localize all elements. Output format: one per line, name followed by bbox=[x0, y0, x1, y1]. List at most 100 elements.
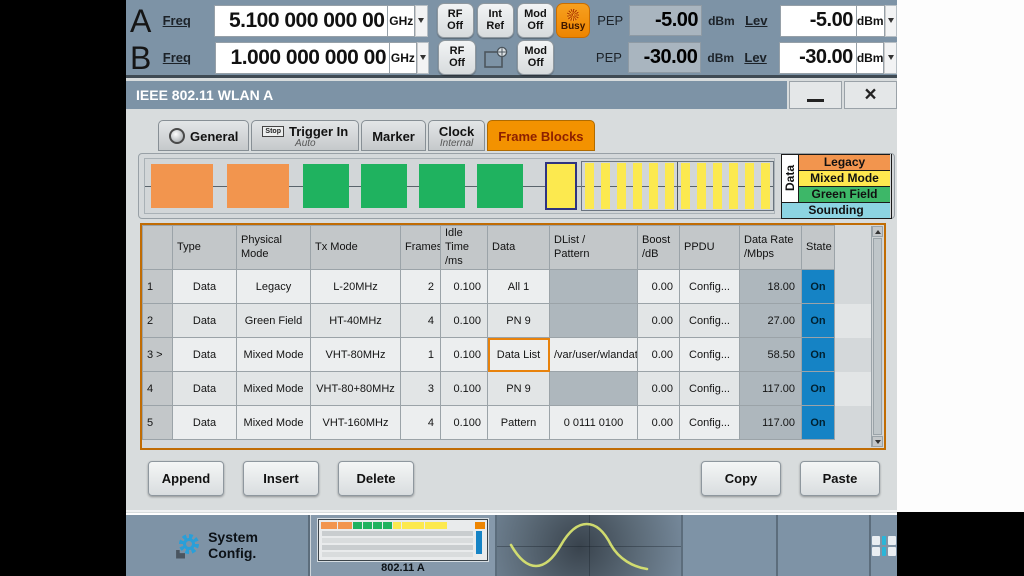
level-unit-b[interactable]: dBm bbox=[857, 42, 885, 74]
cell-boost[interactable]: 0.00 bbox=[638, 304, 680, 338]
frame-block[interactable] bbox=[713, 163, 722, 209]
cell-num[interactable]: 1 bbox=[143, 270, 173, 304]
cell-frames[interactable]: 3 bbox=[401, 372, 441, 406]
cell-phys[interactable]: Legacy bbox=[237, 270, 311, 304]
cell-data[interactable]: Data List bbox=[488, 338, 550, 372]
system-config-tile[interactable]: System Config. bbox=[126, 515, 310, 576]
rf-state-button-a[interactable]: RF Off bbox=[437, 3, 474, 38]
scrollbar-thumb[interactable] bbox=[873, 238, 882, 435]
frame-block[interactable] bbox=[649, 163, 658, 209]
mod-state-button-b[interactable]: Mod Off bbox=[517, 40, 554, 75]
frame-block[interactable] bbox=[633, 163, 642, 209]
cell-dlist[interactable] bbox=[550, 304, 638, 338]
cell-dlist[interactable] bbox=[550, 270, 638, 304]
level-label-a[interactable]: Lev bbox=[745, 13, 771, 28]
frame-block[interactable] bbox=[477, 164, 523, 208]
cell-tx[interactable]: HT-40MHz bbox=[311, 304, 401, 338]
close-button[interactable]: × bbox=[844, 81, 897, 109]
append-button[interactable]: Append bbox=[148, 461, 224, 496]
cell-rate[interactable]: 18.00 bbox=[740, 270, 802, 304]
reference-button-a[interactable]: Int Ref bbox=[477, 3, 514, 38]
cell-type[interactable]: Data bbox=[173, 270, 237, 304]
rf-state-button-b[interactable]: RF Off bbox=[438, 40, 475, 75]
freq-unit-a[interactable]: GHz bbox=[388, 5, 415, 37]
cell-boost[interactable]: 0.00 bbox=[638, 270, 680, 304]
cell-phys[interactable]: Mixed Mode bbox=[237, 372, 311, 406]
cell-phys[interactable]: Mixed Mode bbox=[237, 406, 311, 440]
cell-num[interactable]: 5 bbox=[143, 406, 173, 440]
cell-phys[interactable]: Green Field bbox=[237, 304, 311, 338]
level-label-b[interactable]: Lev bbox=[744, 50, 770, 65]
freq-unit-dropdown-b[interactable] bbox=[417, 42, 430, 74]
window-layout-tile[interactable] bbox=[871, 515, 897, 576]
frame-block[interactable] bbox=[151, 164, 213, 208]
cell-frames[interactable]: 4 bbox=[401, 406, 441, 440]
cell-num[interactable]: 2 bbox=[143, 304, 173, 338]
minimize-button[interactable] bbox=[789, 81, 842, 109]
cell-ppdu[interactable]: Config... bbox=[680, 270, 740, 304]
cell-data[interactable]: All 1 bbox=[488, 270, 550, 304]
insert-button[interactable]: Insert bbox=[243, 461, 319, 496]
scroll-down-icon[interactable] bbox=[872, 436, 883, 447]
cell-data[interactable]: PN 9 bbox=[488, 304, 550, 338]
frame-block[interactable] bbox=[585, 163, 594, 209]
cell-state[interactable]: On bbox=[802, 304, 835, 338]
cell-boost[interactable]: 0.00 bbox=[638, 406, 680, 440]
cell-type[interactable]: Data bbox=[173, 406, 237, 440]
frame-block[interactable] bbox=[601, 163, 610, 209]
cell-idle[interactable]: 0.100 bbox=[441, 338, 488, 372]
level-input-a[interactable]: -5.00 bbox=[780, 5, 857, 37]
delete-button[interactable]: Delete bbox=[338, 461, 414, 496]
tab-general[interactable]: General bbox=[158, 120, 249, 151]
cell-idle[interactable]: 0.100 bbox=[441, 304, 488, 338]
frame-block[interactable] bbox=[303, 164, 349, 208]
cell-dlist[interactable] bbox=[550, 372, 638, 406]
cell-dlist[interactable]: /var/user/wlandata bbox=[550, 338, 638, 372]
copy-button[interactable]: Copy bbox=[701, 461, 781, 496]
tab-marker[interactable]: Marker bbox=[361, 120, 426, 151]
frame-block[interactable] bbox=[361, 164, 407, 208]
cell-rate[interactable]: 27.00 bbox=[740, 304, 802, 338]
paste-button[interactable]: Paste bbox=[800, 461, 880, 496]
frame-block[interactable] bbox=[745, 163, 754, 209]
mod-state-button-a[interactable]: Mod Off bbox=[517, 3, 554, 38]
frequency-input-a[interactable]: 5.100 000 000 00 bbox=[214, 5, 388, 37]
cell-ppdu[interactable]: Config... bbox=[680, 406, 740, 440]
cell-type[interactable]: Data bbox=[173, 372, 237, 406]
cell-num[interactable]: 4 bbox=[143, 372, 173, 406]
cell-type[interactable]: Data bbox=[173, 304, 237, 338]
wlan-app-tile[interactable]: 802.11 A bbox=[310, 515, 497, 576]
level-input-b[interactable]: -30.00 bbox=[779, 42, 857, 74]
cell-tx[interactable]: VHT-80MHz bbox=[311, 338, 401, 372]
frame-block[interactable] bbox=[697, 163, 706, 209]
cell-frames[interactable]: 1 bbox=[401, 338, 441, 372]
cell-rate[interactable]: 58.50 bbox=[740, 338, 802, 372]
cell-tx[interactable]: VHT-160MHz bbox=[311, 406, 401, 440]
coupling-target-icon[interactable] bbox=[479, 41, 514, 74]
frame-block[interactable] bbox=[729, 163, 738, 209]
tab-frame-blocks[interactable]: Frame Blocks bbox=[487, 120, 594, 151]
cell-ppdu[interactable]: Config... bbox=[680, 338, 740, 372]
cell-rate[interactable]: 117.00 bbox=[740, 406, 802, 440]
cell-tx[interactable]: VHT-80+80MHz bbox=[311, 372, 401, 406]
freq-unit-b[interactable]: GHz bbox=[390, 42, 417, 74]
empty-tile[interactable] bbox=[683, 515, 778, 576]
empty-tile[interactable] bbox=[778, 515, 871, 576]
frequency-input-b[interactable]: 1.000 000 000 00 bbox=[215, 42, 390, 74]
tab-clock[interactable]: ClockInternal bbox=[428, 120, 485, 151]
cell-data[interactable]: PN 9 bbox=[488, 372, 550, 406]
cell-boost[interactable]: 0.00 bbox=[638, 338, 680, 372]
frame-block[interactable] bbox=[227, 164, 289, 208]
frame-block[interactable] bbox=[761, 163, 770, 209]
frame-block[interactable] bbox=[665, 163, 674, 209]
cell-type[interactable]: Data bbox=[173, 338, 237, 372]
scroll-up-icon[interactable] bbox=[872, 226, 883, 237]
cell-phys[interactable]: Mixed Mode bbox=[237, 338, 311, 372]
sine-wave-tile[interactable] bbox=[497, 515, 683, 576]
cell-frames[interactable]: 2 bbox=[401, 270, 441, 304]
cell-state[interactable]: On bbox=[802, 338, 835, 372]
cell-state[interactable]: On bbox=[802, 270, 835, 304]
cell-num[interactable]: 3 > bbox=[143, 338, 173, 372]
cell-ppdu[interactable]: Config... bbox=[680, 372, 740, 406]
tab-trigger-in[interactable]: StopTrigger InAuto bbox=[251, 120, 359, 151]
